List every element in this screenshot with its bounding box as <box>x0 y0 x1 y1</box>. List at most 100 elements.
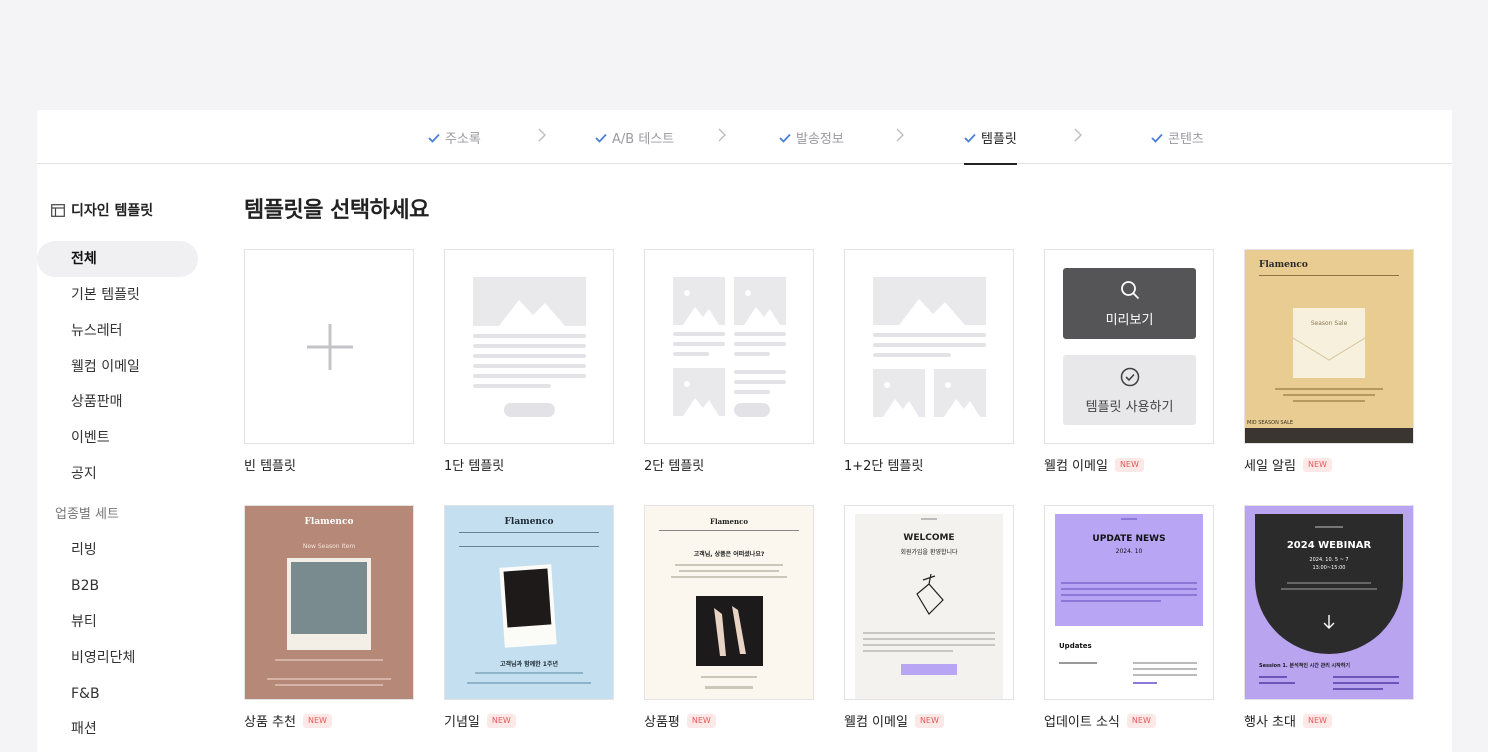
template-card-blank[interactable] <box>244 249 414 444</box>
webinar-time: 13:00~15:00 <box>1312 565 1346 571</box>
plus-icon <box>307 324 353 370</box>
new-badge: NEW <box>1302 713 1332 728</box>
webinar-headline: 2024 WEBINAR <box>1286 540 1372 551</box>
template-card-label: 빈 템플릿 <box>244 459 296 474</box>
text-placeholder <box>863 644 995 646</box>
brand-logo: Flamenco <box>709 517 749 526</box>
template-card-two-column[interactable] <box>644 249 814 444</box>
sidebar-item-fnb[interactable]: F&B <box>37 676 198 712</box>
text-placeholder <box>1133 674 1197 676</box>
template-card-label: 상품 추천 NEW <box>244 711 332 730</box>
text-placeholder <box>473 334 586 338</box>
sidebar-item-newsletter[interactable]: 뉴스레터 <box>37 313 198 349</box>
template-card-welcome[interactable]: WELCOME 회원가입을 환영합니다 <box>844 505 1014 700</box>
update-header <box>1055 514 1203 626</box>
preview-button[interactable]: 미리보기 <box>1063 268 1196 339</box>
sidebar-item-fashion[interactable]: 패션 <box>37 711 198 747</box>
text-placeholder <box>671 576 787 578</box>
text-placeholder <box>701 676 757 678</box>
anniversary-thumbnail: Flamenco 고객님과 함께한 1주년 <box>445 506 613 699</box>
step-label: 발송정보 <box>796 132 844 147</box>
use-template-label: 템플릿 사용하기 <box>1085 400 1174 415</box>
text-placeholder <box>673 342 725 346</box>
sidebar-title-text: 디자인 템플릿 <box>71 203 154 219</box>
divider <box>459 532 599 533</box>
shoes-photo <box>696 596 763 666</box>
template-card-one-column[interactable] <box>444 249 614 444</box>
sidebar-item-welcome[interactable]: 웰컴 이메일 <box>37 349 198 385</box>
button-placeholder <box>504 403 555 417</box>
step-send-info[interactable]: 발송정보 <box>779 128 844 164</box>
text-placeholder <box>1133 662 1197 664</box>
template-card-label: 세일 알림 NEW <box>1244 455 1332 474</box>
sidebar-item-living[interactable]: 리빙 <box>37 532 198 568</box>
page-title: 템플릿을 선택하세요 <box>244 198 429 223</box>
template-card-label: 업데이트 소식 NEW <box>1044 711 1156 730</box>
logo-placeholder <box>921 518 937 520</box>
text-placeholder <box>1061 600 1161 602</box>
anniversary-headline: 고객님과 함께한 1주년 <box>499 661 559 668</box>
step-navigator: 주소록 A/B 테스트 발송정보 템플릿 콘텐츠 <box>37 110 1452 165</box>
template-card-anniversary[interactable]: Flamenco 고객님과 함께한 1주년 <box>444 505 614 700</box>
step-template[interactable]: 템플릿 <box>964 128 1017 165</box>
preview-label: 미리보기 <box>1105 313 1154 328</box>
mountain-icon <box>499 300 565 326</box>
sidebar-item-beauty[interactable]: 뷰티 <box>37 604 198 640</box>
text-placeholder <box>1061 582 1197 584</box>
text-placeholder <box>473 344 586 348</box>
sidebar-item-b2b[interactable]: B2B <box>37 568 198 604</box>
template-card-sale[interactable]: Flamenco Season Sale MID SEASON SALE <box>1244 249 1414 444</box>
template-card-recommend[interactable]: Flamenco New Season Item <box>244 505 414 700</box>
text-placeholder <box>734 342 786 346</box>
text-placeholder <box>1333 676 1399 678</box>
gift-icon <box>916 573 944 615</box>
update-section: Updates <box>1059 642 1092 650</box>
sidebar-item-nonprofit[interactable]: 비영리단체 <box>37 640 198 676</box>
use-template-button[interactable]: 템플릿 사용하기 <box>1063 355 1196 425</box>
sidebar-item-sales[interactable]: 상품판매 <box>37 384 198 420</box>
step-content[interactable]: 콘텐츠 <box>1151 128 1204 164</box>
text-placeholder <box>873 343 986 347</box>
template-card-webinar[interactable]: 2024 WEBINAR 2024. 10. 5 ~ 7 13:00~15:00… <box>1244 505 1414 700</box>
step-label: A/B 테스트 <box>612 132 675 147</box>
text-placeholder <box>275 684 383 686</box>
image-placeholder <box>473 277 586 326</box>
text-placeholder <box>1333 682 1399 684</box>
template-card-label: 1단 템플릿 <box>444 459 505 474</box>
sale-thumbnail: Flamenco Season Sale MID SEASON SALE <box>1245 250 1413 443</box>
welcome-thumbnail: WELCOME 회원가입을 환영합니다 <box>845 506 1013 699</box>
text-placeholder <box>1259 682 1295 684</box>
image-placeholder <box>873 277 986 325</box>
text-placeholder <box>873 353 951 357</box>
text-placeholder <box>1275 388 1383 390</box>
polaroid-photo <box>499 564 557 648</box>
sidebar-item-event[interactable]: 이벤트 <box>37 420 198 456</box>
sidebar-item-all[interactable]: 전체 <box>37 241 198 277</box>
check-icon <box>964 133 976 143</box>
template-card-label: 상품평 NEW <box>644 711 716 730</box>
text-placeholder <box>473 364 586 368</box>
check-icon <box>595 133 607 143</box>
template-card-label: 행사 초대 NEW <box>1244 711 1332 730</box>
webinar-session: Session 1. 분석적인 시간 관리 시작하기 <box>1259 663 1350 669</box>
step-ab-test[interactable]: A/B 테스트 <box>595 128 674 164</box>
check-icon <box>1151 133 1163 143</box>
text-placeholder <box>863 638 995 640</box>
step-address-book[interactable]: 주소록 <box>428 128 481 164</box>
template-card-welcome-hover[interactable]: 미리보기 템플릿 사용하기 <box>1044 249 1214 444</box>
check-icon <box>428 133 440 143</box>
sidebar-item-basic[interactable]: 기본 템플릿 <box>37 277 198 313</box>
sale-footer: MID SEASON SALE <box>1247 420 1294 426</box>
template-card-one-plus-two[interactable] <box>844 249 1014 444</box>
sidebar-title: 디자인 템플릿 <box>51 200 153 220</box>
text-placeholder <box>673 352 709 356</box>
template-card-review[interactable]: Flamenco 고객님, 상품은 어떠셨나요? <box>644 505 814 700</box>
image-placeholder <box>873 369 925 417</box>
template-card-update-news[interactable]: UPDATE NEWS 2024. 10 Updates <box>1044 505 1214 700</box>
text-placeholder <box>1293 400 1365 402</box>
sidebar-item-notice[interactable]: 공지 <box>37 456 198 492</box>
welcome-headline: WELCOME <box>903 533 955 543</box>
chevron-right-icon <box>896 128 904 142</box>
check-icon <box>779 133 791 143</box>
chevron-right-icon <box>718 128 726 142</box>
